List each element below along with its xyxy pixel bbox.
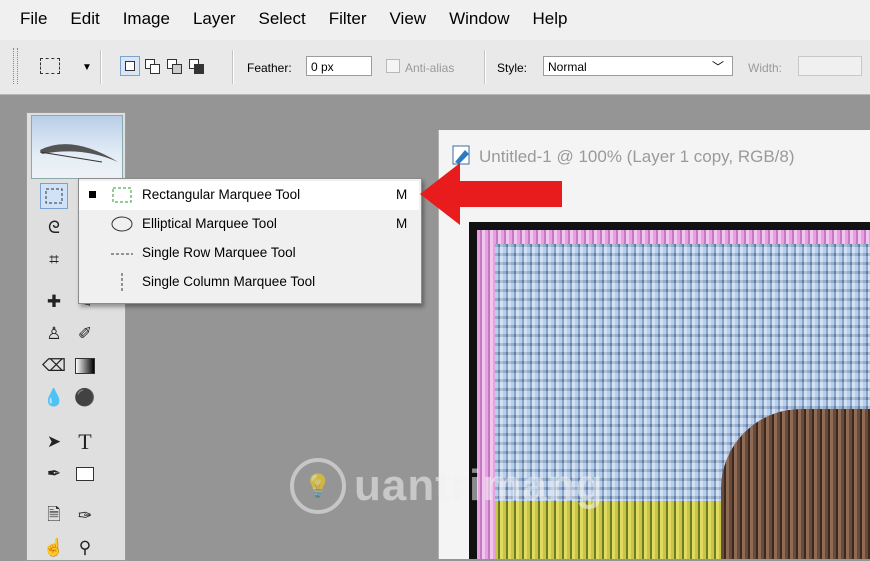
- hand-icon: ☝: [43, 538, 65, 557]
- dodge-tool[interactable]: ⚫: [71, 385, 99, 411]
- add-selection-button[interactable]: [142, 56, 162, 76]
- watermark-logo-icon: 💡: [290, 458, 346, 514]
- shape-tool[interactable]: [71, 461, 99, 487]
- menu-bar: File Edit Image Layer Select Filter View…: [0, 0, 870, 41]
- menu-filter[interactable]: Filter: [327, 9, 369, 29]
- flyout-item-single-column[interactable]: Single Column Marquee Tool: [79, 268, 419, 297]
- ellipse-marquee-icon: [111, 216, 133, 232]
- watermark-text: uantrimang: [354, 461, 604, 510]
- style-select[interactable]: Normal ﹀: [543, 56, 733, 76]
- flyout-label: Rectangular Marquee Tool: [142, 187, 301, 202]
- blur-tool[interactable]: 💧: [40, 385, 68, 411]
- intersect-selection-button[interactable]: [186, 56, 206, 76]
- healing-tool[interactable]: ✚: [40, 289, 68, 315]
- marquee-flyout-menu: Rectangular Marquee Tool M Elliptical Ma…: [78, 178, 422, 304]
- crop-tool[interactable]: ⌗: [40, 247, 68, 273]
- pen-icon: ✒: [46, 464, 62, 483]
- chevron-down-icon: ▼: [82, 62, 92, 73]
- flyout-label: Single Column Marquee Tool: [142, 274, 316, 289]
- red-arrow-icon: [420, 163, 562, 225]
- magnifier-icon: ⚲: [78, 538, 92, 557]
- antialias-checkbox[interactable]: [386, 59, 400, 73]
- antialias-label: Anti-alias: [405, 61, 455, 75]
- move-selection-tool[interactable]: ➤: [40, 429, 68, 455]
- row-marquee-icon: [111, 253, 133, 255]
- menu-items: File Edit Image Layer Select Filter View…: [18, 9, 570, 29]
- arrow-icon: ➤: [46, 432, 62, 451]
- flyout-item-rectangular[interactable]: Rectangular Marquee Tool M: [79, 181, 419, 210]
- eyedropper-tool[interactable]: ✑: [71, 503, 99, 529]
- menu-file[interactable]: File: [18, 9, 49, 29]
- dodge-icon: ⚫: [74, 388, 96, 407]
- width-input[interactable]: [798, 56, 862, 76]
- menu-layer[interactable]: Layer: [191, 9, 238, 29]
- menu-window[interactable]: Window: [447, 9, 511, 29]
- flyout-shortcut: M: [396, 187, 408, 202]
- stamp-icon: ♙: [46, 324, 62, 343]
- pen-tool[interactable]: ✒: [40, 461, 68, 487]
- menu-edit[interactable]: Edit: [68, 9, 101, 29]
- crop-icon: ⌗: [49, 250, 59, 269]
- flyout-shortcut: M: [396, 216, 408, 231]
- active-bullet-icon: [89, 191, 96, 198]
- flyout-label: Elliptical Marquee Tool: [142, 216, 277, 231]
- tool-preset-picker[interactable]: ▼: [38, 56, 92, 76]
- menu-help[interactable]: Help: [531, 9, 570, 29]
- options-bar: ▼ Feather: 0 px Anti-alias Style: Normal…: [0, 40, 870, 95]
- menu-view[interactable]: View: [388, 9, 429, 29]
- eraser-icon: ⌫: [41, 356, 67, 375]
- marquee-tool[interactable]: [40, 183, 68, 209]
- new-selection-icon: [125, 61, 135, 71]
- feather-logo: [31, 115, 123, 179]
- rect-marquee-icon: [112, 187, 132, 203]
- subtract-selection-icon-part: [172, 64, 182, 74]
- intersect-selection-icon-part: [194, 64, 204, 74]
- watermark: 💡 uantrimang: [290, 458, 604, 514]
- gradient-tool[interactable]: [71, 353, 99, 379]
- options-grip[interactable]: [13, 48, 18, 84]
- history-brush-icon: ✐: [77, 324, 93, 343]
- rect-marquee-icon: [45, 188, 63, 204]
- style-label: Style:: [497, 61, 528, 75]
- flyout-item-single-row[interactable]: Single Row Marquee Tool: [79, 239, 419, 268]
- gradient-icon: [75, 358, 95, 374]
- flyout-label: Single Row Marquee Tool: [142, 245, 296, 260]
- column-marquee-icon: [121, 273, 123, 291]
- notes-icon: 🗎: [47, 504, 61, 524]
- eraser-tool[interactable]: ⌫: [40, 353, 68, 379]
- width-label: Width:: [748, 61, 783, 75]
- new-selection-button[interactable]: [120, 56, 140, 76]
- bandage-icon: ✚: [46, 292, 62, 311]
- notes-tool[interactable]: 🗎: [40, 503, 68, 529]
- feather-icon: [39, 144, 118, 163]
- flyout-item-elliptical[interactable]: Elliptical Marquee Tool M: [79, 210, 419, 239]
- rectangle-icon: [76, 467, 94, 481]
- lasso-tool[interactable]: ᘓ: [40, 215, 68, 241]
- separator: [100, 50, 102, 84]
- rect-marquee-icon: [40, 58, 60, 74]
- droplet-icon: 💧: [43, 388, 65, 407]
- lasso-icon: ᘓ: [48, 218, 60, 237]
- menu-image[interactable]: Image: [121, 9, 172, 29]
- feather-label: Feather:: [247, 61, 292, 75]
- type-tool[interactable]: T: [71, 429, 99, 455]
- type-icon: T: [78, 429, 92, 454]
- feather-input[interactable]: 0 px: [306, 56, 372, 76]
- eyedropper-icon: ✑: [77, 506, 93, 525]
- hand-tool[interactable]: ☝: [40, 535, 68, 561]
- separator: [232, 50, 234, 84]
- stamp-tool[interactable]: ♙: [40, 321, 68, 347]
- subtract-selection-button[interactable]: [164, 56, 184, 76]
- style-value: Normal: [548, 60, 587, 74]
- history-brush-tool[interactable]: ✐: [71, 321, 99, 347]
- separator: [484, 50, 486, 84]
- zoom-tool[interactable]: ⚲: [71, 535, 99, 561]
- menu-select[interactable]: Select: [256, 9, 307, 29]
- chevron-down-icon: ﹀: [711, 60, 724, 74]
- add-selection-icon-part: [150, 64, 160, 74]
